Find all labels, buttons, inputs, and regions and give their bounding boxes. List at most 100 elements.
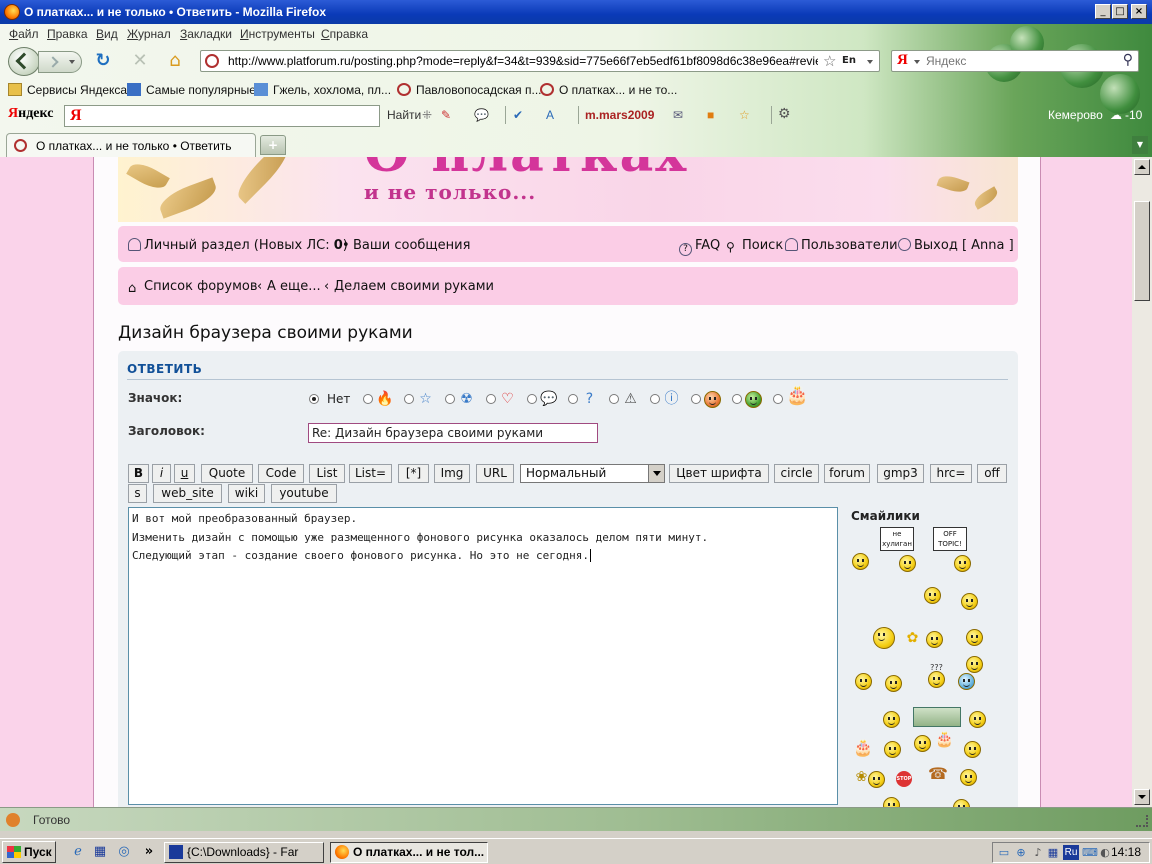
money-icon[interactable]: ■ xyxy=(707,108,714,122)
music-smiley-icon[interactable] xyxy=(885,675,902,692)
font-size-select[interactable]: Нормальный xyxy=(520,464,665,483)
flower-icon[interactable]: ✿ xyxy=(904,630,921,647)
browser-quicklaunch-icon[interactable]: ◎ xyxy=(116,844,132,860)
list-all-tabs-icon[interactable]: ▼ xyxy=(1132,136,1148,154)
smiley-icon[interactable] xyxy=(868,771,885,788)
web-site-button[interactable]: web_site xyxy=(153,484,222,503)
smiley-icon[interactable] xyxy=(966,656,983,673)
history-dropdown-icon[interactable] xyxy=(69,60,75,64)
personal-section-link[interactable]: Личный раздел (Новых ЛС: 0) xyxy=(128,238,348,253)
icon-radio-sad[interactable] xyxy=(691,394,701,404)
bookmark-star-icon[interactable]: ☆ xyxy=(823,52,836,70)
search-bar[interactable]: Я ⚲ xyxy=(891,50,1139,72)
my-posts-link[interactable]: Ваши сообщения xyxy=(353,238,470,253)
reload-icon[interactable]: ↻ xyxy=(93,51,113,71)
page-viewport[interactable]: О платках и не только... Личный раздел (… xyxy=(0,157,1132,807)
resize-grip-icon[interactable] xyxy=(1136,815,1148,827)
tab-reply[interactable]: О платках... и не только • Ответить xyxy=(6,133,256,157)
gmp3-button[interactable]: gmp3 xyxy=(877,464,924,483)
reading-smiley-icon[interactable] xyxy=(964,741,981,758)
sound-tray-icon[interactable]: ♪ xyxy=(1031,846,1045,860)
italic-button[interactable]: i xyxy=(152,464,171,483)
subject-input[interactable] xyxy=(308,423,598,443)
keyboard-tray-icon[interactable]: ⌨ xyxy=(1082,846,1098,860)
weather-city[interactable]: Кемерово xyxy=(1048,108,1103,122)
smiley-icon[interactable] xyxy=(960,769,977,786)
menu-tools[interactable]: Инструменты xyxy=(240,27,315,41)
bookmark-pavlovo-posad[interactable]: Павловопосадская п... xyxy=(397,83,542,97)
smiley-icon[interactable] xyxy=(954,555,971,572)
translate-icon[interactable]: A xyxy=(546,108,554,122)
hrc-button[interactable]: hrc= xyxy=(930,464,972,483)
logout-link[interactable]: Выход [ Anna ] xyxy=(898,238,1014,253)
menu-bookmarks[interactable]: Закладки xyxy=(180,27,232,41)
smiley-icon[interactable] xyxy=(884,741,901,758)
list-button[interactable]: List xyxy=(309,464,345,483)
task-firefox[interactable]: О платках... и не тол... xyxy=(330,842,488,863)
spellcheck-icon[interactable]: ✔ xyxy=(513,108,523,122)
message-textarea[interactable]: И вот мой преобразованный браузер. Измен… xyxy=(128,507,838,805)
money-smiley-icon[interactable] xyxy=(913,707,961,727)
tools-icon[interactable]: ⁜ xyxy=(422,108,432,122)
app-tray-icon[interactable]: ▦ xyxy=(1046,846,1060,860)
strike-button[interactable]: s xyxy=(128,484,147,503)
stop-sign-icon[interactable]: STOP xyxy=(896,771,912,787)
smiley-icon[interactable] xyxy=(883,711,900,728)
no-hooligan-sign-smiley-icon[interactable]: не хулиган xyxy=(880,527,914,551)
maximize-button[interactable]: □ xyxy=(1112,4,1128,19)
icon-radio-question[interactable] xyxy=(568,394,578,404)
home-icon[interactable]: ⌂ xyxy=(165,51,185,71)
stop-icon[interactable]: ✕ xyxy=(130,51,150,71)
list-numbered-button[interactable]: List= xyxy=(349,464,392,483)
girl-with-bow-smiley-icon[interactable] xyxy=(873,627,895,649)
task-far-manager[interactable]: {C:\Downloads} - Far xyxy=(164,842,324,863)
search-input[interactable] xyxy=(926,53,1106,69)
icon-radio-cake[interactable] xyxy=(773,394,783,404)
underline-button[interactable]: u xyxy=(174,464,195,483)
breadcrumb-level1[interactable]: А еще... xyxy=(267,279,321,294)
highlighter-icon[interactable]: ✎ xyxy=(441,108,451,122)
wiki-button[interactable]: wiki xyxy=(228,484,265,503)
speech-bubble-icon[interactable]: 💬 xyxy=(474,108,489,122)
search-link[interactable]: ⚲ Поиск xyxy=(726,238,783,254)
circle-button[interactable]: circle xyxy=(774,464,819,483)
scroll-down-button[interactable] xyxy=(1134,789,1150,805)
window-titlebar[interactable]: О платках... и не только • Ответить - Mo… xyxy=(0,0,1152,24)
back-button[interactable] xyxy=(8,47,40,76)
settings-gear-icon[interactable]: ⚙ xyxy=(778,105,791,122)
smiley-icon[interactable] xyxy=(969,711,986,728)
scroll-up-button[interactable] xyxy=(1134,159,1150,175)
off-topic-sign-smiley-icon[interactable]: OFF TOPIC! xyxy=(933,527,967,551)
faq-link[interactable]: ? FAQ xyxy=(679,238,720,256)
page-scrollbar[interactable] xyxy=(1132,157,1152,807)
url-button[interactable]: URL xyxy=(476,464,514,483)
network-tray-icon[interactable]: ⊕ xyxy=(1014,846,1028,860)
birthday-cake-icon[interactable]: 🎂 xyxy=(935,731,954,748)
language-indicator[interactable]: Ru xyxy=(1063,845,1079,860)
confused-smiley-icon[interactable] xyxy=(928,671,945,688)
smiley-icon[interactable] xyxy=(899,555,916,572)
icon-radio-grin[interactable] xyxy=(732,394,742,404)
bookmark-gzhel[interactable]: Гжель, хохлома, пл... xyxy=(254,83,391,97)
start-button[interactable]: Пуск xyxy=(2,841,56,863)
smiley-icon[interactable] xyxy=(883,797,900,807)
smiley-icon[interactable] xyxy=(852,553,869,570)
scroll-thumb[interactable] xyxy=(1134,201,1150,301)
yandex-find-button[interactable]: Найти xyxy=(387,108,421,122)
computer-smiley-icon[interactable] xyxy=(961,593,978,610)
update-tray-icon[interactable]: ◐ xyxy=(1098,846,1112,860)
address-bar[interactable]: http://www.platforum.ru/posting.php?mode… xyxy=(200,50,880,72)
icon-radio-info[interactable] xyxy=(650,394,660,404)
far-manager-icon[interactable]: ▦ xyxy=(92,844,108,860)
img-button[interactable]: Img xyxy=(434,464,470,483)
bold-button[interactable]: B xyxy=(128,464,149,483)
monitor-tray-icon[interactable]: ▭ xyxy=(997,846,1011,860)
mail-icon[interactable]: ✉ xyxy=(673,108,683,122)
icon-radio-radioactive[interactable] xyxy=(445,394,455,404)
cake-icon[interactable]: 🎂 xyxy=(853,739,873,756)
phone-icon[interactable]: ☎ xyxy=(926,765,950,782)
chevron-down-icon[interactable] xyxy=(648,465,664,482)
list-item-button[interactable]: [*] xyxy=(398,464,429,483)
code-button[interactable]: Code xyxy=(258,464,304,483)
internet-explorer-icon[interactable]: ℯ xyxy=(70,844,86,860)
